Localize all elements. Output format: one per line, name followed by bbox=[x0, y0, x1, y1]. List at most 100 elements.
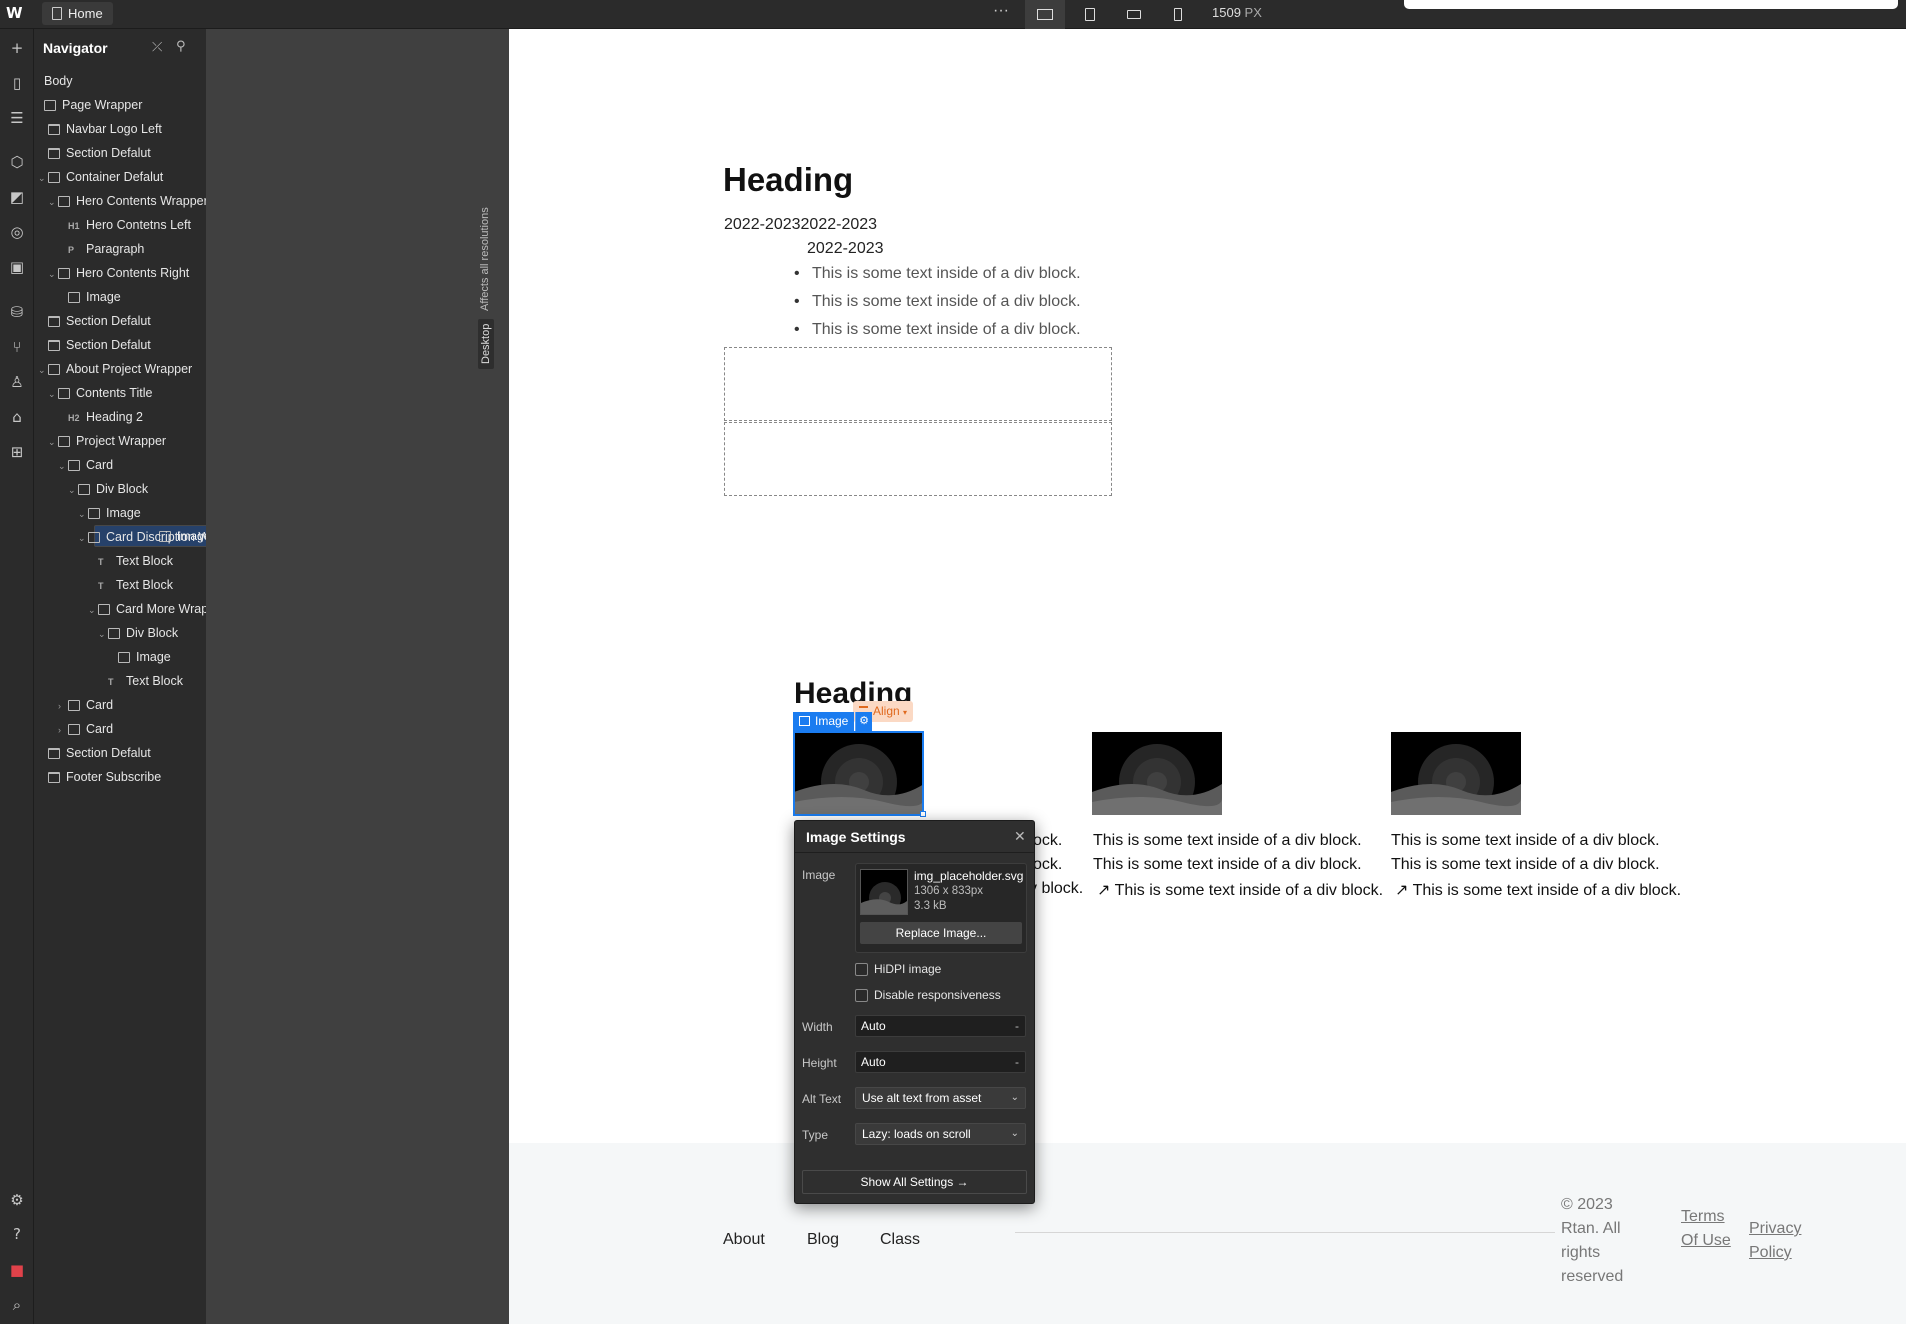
navigator-item[interactable]: T Text Block bbox=[34, 573, 206, 597]
navigator-item[interactable]: Image bbox=[34, 285, 206, 309]
assets-icon[interactable]: ▣ bbox=[7, 257, 27, 277]
navigator-icon[interactable]: ☰ bbox=[7, 108, 27, 128]
desktop-breakpoint-label[interactable]: Desktop bbox=[478, 318, 494, 369]
ecommerce-icon[interactable]: ⌂ bbox=[7, 407, 27, 427]
navigator-item[interactable]: ⌄ About Project Wrapper bbox=[34, 357, 206, 381]
height-unit[interactable]: - bbox=[1015, 1052, 1019, 1072]
disable-responsiveness-checkbox[interactable] bbox=[855, 989, 868, 1002]
empty-div-block[interactable] bbox=[724, 347, 1112, 421]
hero-heading[interactable]: Heading bbox=[723, 161, 853, 199]
card-more-wrapper[interactable]: ↗ This is some text inside of a div bloc… bbox=[1395, 880, 1681, 900]
navigator-item[interactable]: ⌄ Container Defalut bbox=[34, 165, 206, 189]
apps-icon[interactable]: ⊞ bbox=[7, 442, 27, 462]
users-icon[interactable]: ♙ bbox=[7, 372, 27, 392]
width-input[interactable]: Auto - bbox=[855, 1015, 1026, 1037]
navigator-item[interactable]: ⌄ Card bbox=[34, 453, 206, 477]
hidpi-label[interactable]: HiDPI image bbox=[874, 962, 941, 976]
card-text-block[interactable]: ock. bbox=[1033, 856, 1062, 874]
selected-element-badge[interactable]: Image bbox=[793, 712, 855, 731]
card-more-wrapper[interactable]: ↗ This is some text inside of a div bloc… bbox=[1097, 880, 1383, 900]
navigator-item[interactable]: Section Defalut bbox=[34, 141, 206, 165]
navigator-item[interactable]: T Text Block bbox=[34, 549, 206, 573]
navigator-item[interactable]: Section Defalut bbox=[34, 309, 206, 333]
styles-icon[interactable]: ◩ bbox=[7, 187, 27, 207]
image-asset-card[interactable]: img_placeholder.svg 1306 x 833px 3.3 kB … bbox=[855, 863, 1027, 953]
navigator-item[interactable]: ⌄ Div Block bbox=[34, 477, 206, 501]
navigator-item[interactable]: ⌄ Card More Wrapper bbox=[34, 597, 206, 621]
navigator-item[interactable]: ⌄ Contents Title bbox=[34, 381, 206, 405]
list-item[interactable]: This is some text inside of a div block. bbox=[794, 293, 1081, 311]
navigator-item[interactable]: › Card bbox=[34, 693, 206, 717]
chevron-down-icon[interactable]: ⌄ bbox=[78, 526, 88, 550]
top-search-field[interactable] bbox=[1404, 0, 1898, 9]
empty-div-block[interactable] bbox=[724, 422, 1112, 496]
chevron-down-icon[interactable]: ⌄ bbox=[68, 478, 78, 502]
components-icon[interactable]: ⬡ bbox=[7, 152, 27, 172]
variables-icon[interactable]: ◎ bbox=[7, 222, 27, 242]
footer-copyright[interactable]: © 2023 Rtan. All rights reserved bbox=[1561, 1193, 1641, 1289]
footer-link-blog[interactable]: Blog bbox=[807, 1231, 839, 1249]
navigator-item[interactable]: H2 Heading 2 bbox=[34, 405, 206, 429]
settings-icon[interactable]: ⚙ bbox=[7, 1190, 27, 1210]
mobile-landscape-breakpoint-button[interactable] bbox=[1114, 0, 1154, 29]
chevron-right-icon[interactable]: › bbox=[58, 718, 68, 742]
navigator-item[interactable]: T Text Block bbox=[34, 669, 206, 693]
pages-icon[interactable]: ▯ bbox=[7, 73, 27, 93]
navigator-item[interactable]: Page Wrapper bbox=[34, 93, 206, 117]
navigator-item[interactable]: ⌄ Image bbox=[34, 501, 206, 525]
footer-link-terms[interactable]: Terms Of Use bbox=[1681, 1205, 1731, 1253]
navigator-item[interactable]: ⌄ Hero Contents Right bbox=[34, 261, 206, 285]
navigator-item[interactable]: H1 Hero Contetns Left bbox=[34, 213, 206, 237]
navigator-item[interactable]: Section Defalut bbox=[34, 333, 206, 357]
chevron-down-icon[interactable]: ⌄ bbox=[48, 262, 58, 286]
list-item[interactable]: This is some text inside of a div block. bbox=[794, 265, 1081, 283]
navigator-item[interactable]: ⌄ Div Block bbox=[34, 621, 206, 645]
footer-link-class[interactable]: Class bbox=[880, 1231, 920, 1249]
record-icon[interactable]: ■ bbox=[7, 1260, 27, 1280]
page-selector[interactable]: Home bbox=[42, 2, 113, 25]
chevron-right-icon[interactable]: › bbox=[58, 694, 68, 718]
chevron-down-icon[interactable]: ⌄ bbox=[98, 622, 108, 646]
alt-text-select[interactable]: Use alt text from asset ⌄ bbox=[855, 1087, 1026, 1109]
navigator-item[interactable]: ⌄ Hero Contents Wrapper bbox=[34, 189, 206, 213]
collapse-all-icon[interactable]: ⤫ bbox=[152, 39, 162, 55]
navigator-item[interactable]: Section Defalut bbox=[34, 741, 206, 765]
navigator-item[interactable]: ⌄ Project Wrapper bbox=[34, 429, 206, 453]
resize-handle[interactable] bbox=[920, 811, 926, 817]
desktop-breakpoint-button[interactable] bbox=[1025, 0, 1065, 29]
navigator-item[interactable]: P Paragraph bbox=[34, 237, 206, 261]
chevron-down-icon[interactable]: ⌄ bbox=[48, 430, 58, 454]
navigator-item[interactable]: Image bbox=[34, 645, 206, 669]
card-text-block[interactable]: This is some text inside of a div block. bbox=[1391, 832, 1660, 850]
chevron-down-icon[interactable]: ⌄ bbox=[88, 598, 98, 622]
card-text-block[interactable]: This is some text inside of a div block. bbox=[1093, 832, 1362, 850]
disable-responsiveness-label[interactable]: Disable responsiveness bbox=[874, 988, 1001, 1002]
webflow-logo-icon[interactable]: W bbox=[6, 4, 28, 24]
tablet-breakpoint-button[interactable] bbox=[1070, 0, 1110, 29]
navigator-item[interactable]: Body bbox=[34, 69, 206, 93]
chevron-down-icon[interactable]: ⌄ bbox=[58, 454, 68, 478]
height-input[interactable]: Auto - bbox=[855, 1051, 1026, 1073]
chevron-down-icon[interactable]: ⌄ bbox=[48, 382, 58, 406]
add-icon[interactable]: + bbox=[7, 38, 27, 58]
years-text[interactable]: 2022-20232022-2023 bbox=[724, 216, 877, 234]
footer-link-about[interactable]: About bbox=[723, 1231, 765, 1249]
close-icon[interactable]: ✕ bbox=[1014, 828, 1026, 845]
hidpi-checkbox[interactable] bbox=[855, 963, 868, 976]
loading-type-select[interactable]: Lazy: loads on scroll ⌄ bbox=[855, 1123, 1026, 1145]
card-text-block[interactable]: This is some text inside of a div block. bbox=[1391, 856, 1660, 874]
card-text-block[interactable]: ock. bbox=[1033, 832, 1062, 850]
show-all-settings-button[interactable]: Show All Settings → bbox=[802, 1170, 1027, 1194]
card-text-block[interactable]: This is some text inside of a div block. bbox=[1093, 856, 1362, 874]
search-icon[interactable]: ⌕ bbox=[7, 1295, 27, 1315]
element-settings-gear-icon[interactable]: ⚙ bbox=[855, 712, 872, 731]
help-icon[interactable]: ? bbox=[7, 1224, 27, 1244]
navigator-item[interactable]: ⌄ Card Discription Wrapper bbox=[34, 525, 206, 549]
card-more-text[interactable]: This is some text inside of a div block. bbox=[1115, 882, 1384, 899]
card-image[interactable] bbox=[1391, 732, 1521, 815]
navigator-item[interactable]: Navbar Logo Left bbox=[34, 117, 206, 141]
replace-image-button[interactable]: Replace Image... bbox=[860, 922, 1022, 944]
years-text-2[interactable]: 2022-2023 bbox=[807, 240, 884, 258]
section-heading[interactable]: Heading bbox=[794, 677, 912, 703]
chevron-down-icon[interactable]: ⌄ bbox=[38, 358, 48, 382]
